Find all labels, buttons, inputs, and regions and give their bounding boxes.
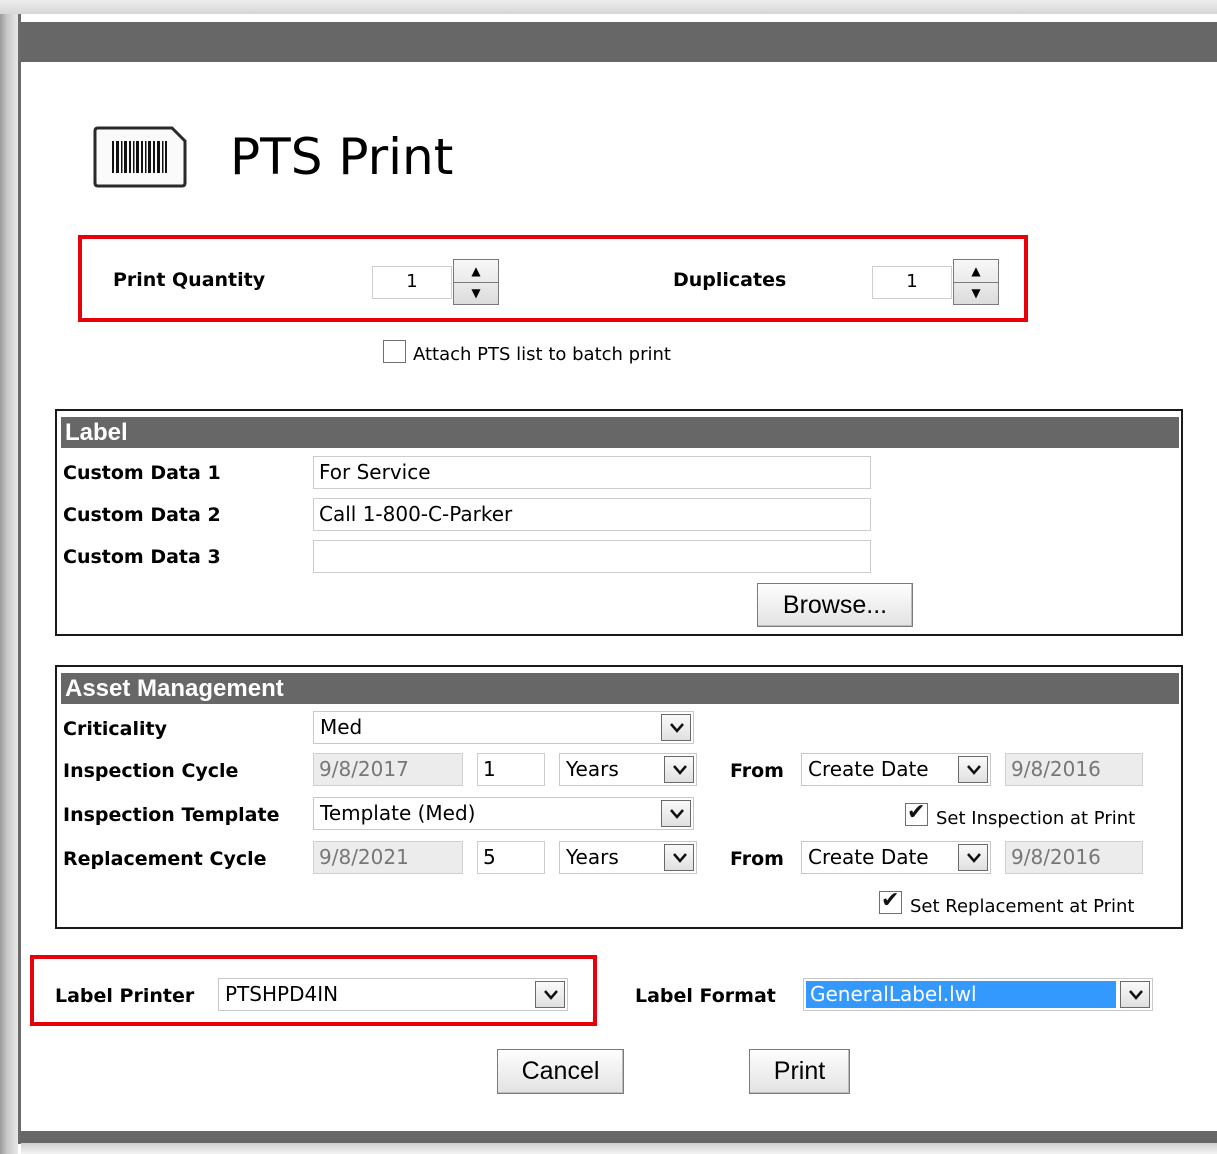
replacement-from-label: From [730,848,784,870]
set-inspection-label: Set Inspection at Print [936,808,1136,829]
page-title: PTS Print [230,128,454,186]
inspection-date-field: 9/8/2017 [313,753,463,786]
replacement-cycle-label: Replacement Cycle [63,848,267,870]
custom-data-2-input[interactable]: Call 1-800-C-Parker [313,498,871,531]
asset-management-header: Asset Management [61,673,1179,704]
inspection-cycle-label: Inspection Cycle [63,760,239,782]
triangle-up-icon[interactable]: ▲ [954,260,998,283]
custom-data-3-label: Custom Data 3 [63,546,221,568]
attach-pts-checkbox[interactable] [383,340,406,363]
chevron-down-icon[interactable] [1120,981,1150,1008]
inspection-template-label: Inspection Template [63,804,280,826]
label-format-select[interactable]: GeneralLabel.lwl [803,978,1153,1011]
inspection-template-value: Template (Med) [320,801,476,825]
inspection-from-select[interactable]: Create Date [801,753,991,786]
print-quantity-input[interactable]: 1 [372,266,452,299]
replacement-count-input[interactable]: 5 [477,841,545,874]
criticality-label: Criticality [63,718,167,740]
triangle-down-icon[interactable]: ▼ [954,283,998,305]
label-printer-value: PTSHPD4IN [225,982,339,1006]
chevron-down-icon[interactable] [958,844,988,871]
inspection-unit-select[interactable]: Years [559,753,697,786]
label-printer-label: Label Printer [55,985,195,1007]
replacement-from-select[interactable]: Create Date [801,841,991,874]
inspection-from-value: Create Date [808,757,929,781]
custom-data-1-input[interactable]: For Service [313,456,871,489]
replacement-from-date-field: 9/8/2016 [1005,841,1143,874]
replacement-unit-value: Years [566,845,619,869]
chevron-down-icon[interactable] [958,756,988,783]
inspection-count-input[interactable]: 1 [477,753,545,786]
criticality-value: Med [320,715,363,739]
inspection-from-label: From [730,760,784,782]
custom-data-3-input[interactable] [313,540,871,573]
label-panel-header: Label [61,417,1179,448]
set-replacement-checkbox[interactable] [879,889,902,914]
window-shadow-bottom [21,1143,1217,1154]
inspection-template-select[interactable]: Template (Med) [313,797,694,830]
duplicates-input[interactable]: 1 [872,266,952,299]
duplicates-label: Duplicates [673,269,787,291]
triangle-up-icon[interactable]: ▲ [454,260,498,283]
set-inspection-checkbox[interactable] [905,801,928,826]
window-shadow-top [0,0,1217,14]
window-shadow-left [0,0,18,1154]
dialog-bottom-bar [21,1131,1217,1143]
print-quantity-stepper[interactable]: ▲ ▼ [453,259,499,305]
label-format-value: GeneralLabel.lwl [806,981,1116,1008]
custom-data-1-label: Custom Data 1 [63,462,221,484]
dialog-title-bar[interactable] [21,22,1217,62]
browse-button[interactable]: Browse... [757,583,913,627]
triangle-down-icon[interactable]: ▼ [454,283,498,305]
print-quantity-label: Print Quantity [113,269,266,291]
print-button[interactable]: Print [749,1049,850,1094]
label-printer-select[interactable]: PTSHPD4IN [218,978,568,1011]
criticality-select[interactable]: Med [313,711,694,744]
set-replacement-label: Set Replacement at Print [910,896,1135,917]
chevron-down-icon[interactable] [535,981,565,1008]
replacement-unit-select[interactable]: Years [559,841,697,874]
chevron-down-icon[interactable] [664,756,694,783]
cancel-button[interactable]: Cancel [497,1049,624,1094]
attach-pts-label: Attach PTS list to batch print [413,344,671,365]
chevron-down-icon[interactable] [661,800,691,827]
inspection-from-date-field: 9/8/2016 [1005,753,1143,786]
inspection-unit-value: Years [566,757,619,781]
custom-data-2-label: Custom Data 2 [63,504,221,526]
replacement-date-field: 9/8/2021 [313,841,463,874]
chevron-down-icon[interactable] [664,844,694,871]
chevron-down-icon[interactable] [661,714,691,741]
barcode-label-icon [92,125,188,189]
replacement-from-value: Create Date [808,845,929,869]
duplicates-stepper[interactable]: ▲ ▼ [953,259,999,305]
label-format-label: Label Format [635,985,776,1007]
